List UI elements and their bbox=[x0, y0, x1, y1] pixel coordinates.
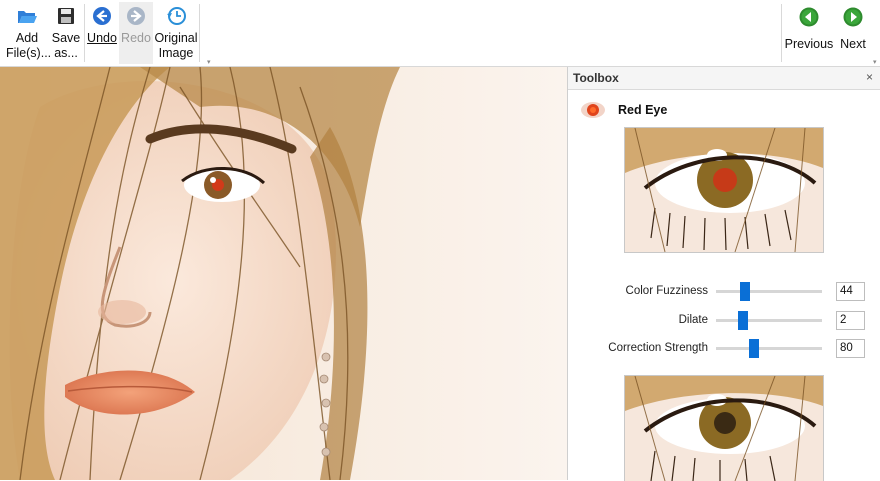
main-toolbar: Add File(s)... Save as... Undo Redo Orig… bbox=[0, 0, 880, 67]
correction-strength-label: Correction Strength bbox=[608, 342, 708, 354]
green-left-arrow-icon bbox=[799, 7, 819, 27]
previous-label: Previous bbox=[784, 37, 834, 51]
toolbar-separator bbox=[781, 4, 782, 62]
redo-label: Redo bbox=[121, 31, 151, 45]
save-as-button[interactable]: Save as... bbox=[50, 2, 82, 61]
slider-thumb[interactable] bbox=[749, 339, 759, 358]
folder-open-icon bbox=[18, 11, 37, 23]
original-image-label: Original Image bbox=[154, 31, 198, 60]
color-fuzziness-label: Color Fuzziness bbox=[625, 285, 708, 297]
color-fuzziness-slider[interactable] bbox=[716, 282, 822, 301]
image-canvas[interactable] bbox=[0, 67, 567, 480]
slider-thumb[interactable] bbox=[738, 311, 748, 330]
toolbar-grip: ▾ bbox=[873, 59, 877, 66]
original-image-button[interactable]: Original Image bbox=[153, 2, 199, 61]
green-right-arrow-icon bbox=[843, 7, 863, 27]
after-preview-image bbox=[624, 375, 824, 481]
correction-strength-slider-row: Correction Strength 80 bbox=[568, 338, 880, 360]
slider-thumb[interactable] bbox=[740, 282, 750, 301]
toolbar-separator bbox=[84, 4, 85, 62]
toolbar-separator bbox=[199, 4, 200, 62]
color-fuzziness-slider-row: Color Fuzziness 44 bbox=[568, 281, 880, 303]
eye-preview-after bbox=[625, 376, 823, 481]
close-icon[interactable]: × bbox=[866, 70, 873, 84]
portrait-photo bbox=[0, 67, 567, 480]
color-fuzziness-value[interactable]: 44 bbox=[836, 282, 865, 301]
history-clock-icon bbox=[167, 7, 186, 25]
toolbox-panel: Toolbox × Red Eye Color Fuzziness 44 Dil… bbox=[567, 67, 880, 481]
undo-arrow-icon bbox=[93, 7, 111, 25]
dilate-label: Dilate bbox=[678, 314, 708, 326]
red-eye-icon bbox=[581, 102, 605, 118]
before-preview-image bbox=[624, 127, 824, 253]
dilate-slider[interactable] bbox=[716, 311, 822, 330]
undo-button[interactable]: Undo bbox=[86, 2, 118, 46]
toolbar-grip: ▾ bbox=[207, 59, 211, 66]
add-files-label: Add File(s)... bbox=[6, 31, 52, 60]
redo-button[interactable]: Redo bbox=[119, 2, 153, 64]
save-as-label: Save as... bbox=[51, 31, 81, 60]
dilate-value[interactable]: 2 bbox=[836, 311, 865, 330]
add-files-button[interactable]: Add File(s)... bbox=[6, 2, 52, 61]
tool-title: Red Eye bbox=[618, 103, 668, 117]
undo-label: Undo bbox=[87, 31, 117, 45]
toolbox-header: Toolbox × bbox=[568, 67, 880, 90]
correction-strength-slider[interactable] bbox=[716, 339, 822, 358]
eye-preview-before bbox=[625, 128, 823, 252]
next-label: Next bbox=[840, 37, 866, 51]
floppy-disk-icon bbox=[58, 8, 74, 24]
correction-strength-value[interactable]: 80 bbox=[836, 339, 865, 358]
toolbox-title: Toolbox bbox=[573, 71, 619, 85]
previous-button[interactable]: Previous bbox=[784, 2, 834, 52]
next-button[interactable]: Next bbox=[836, 2, 870, 52]
redo-arrow-icon bbox=[127, 7, 145, 25]
dilate-slider-row: Dilate 2 bbox=[568, 310, 880, 332]
